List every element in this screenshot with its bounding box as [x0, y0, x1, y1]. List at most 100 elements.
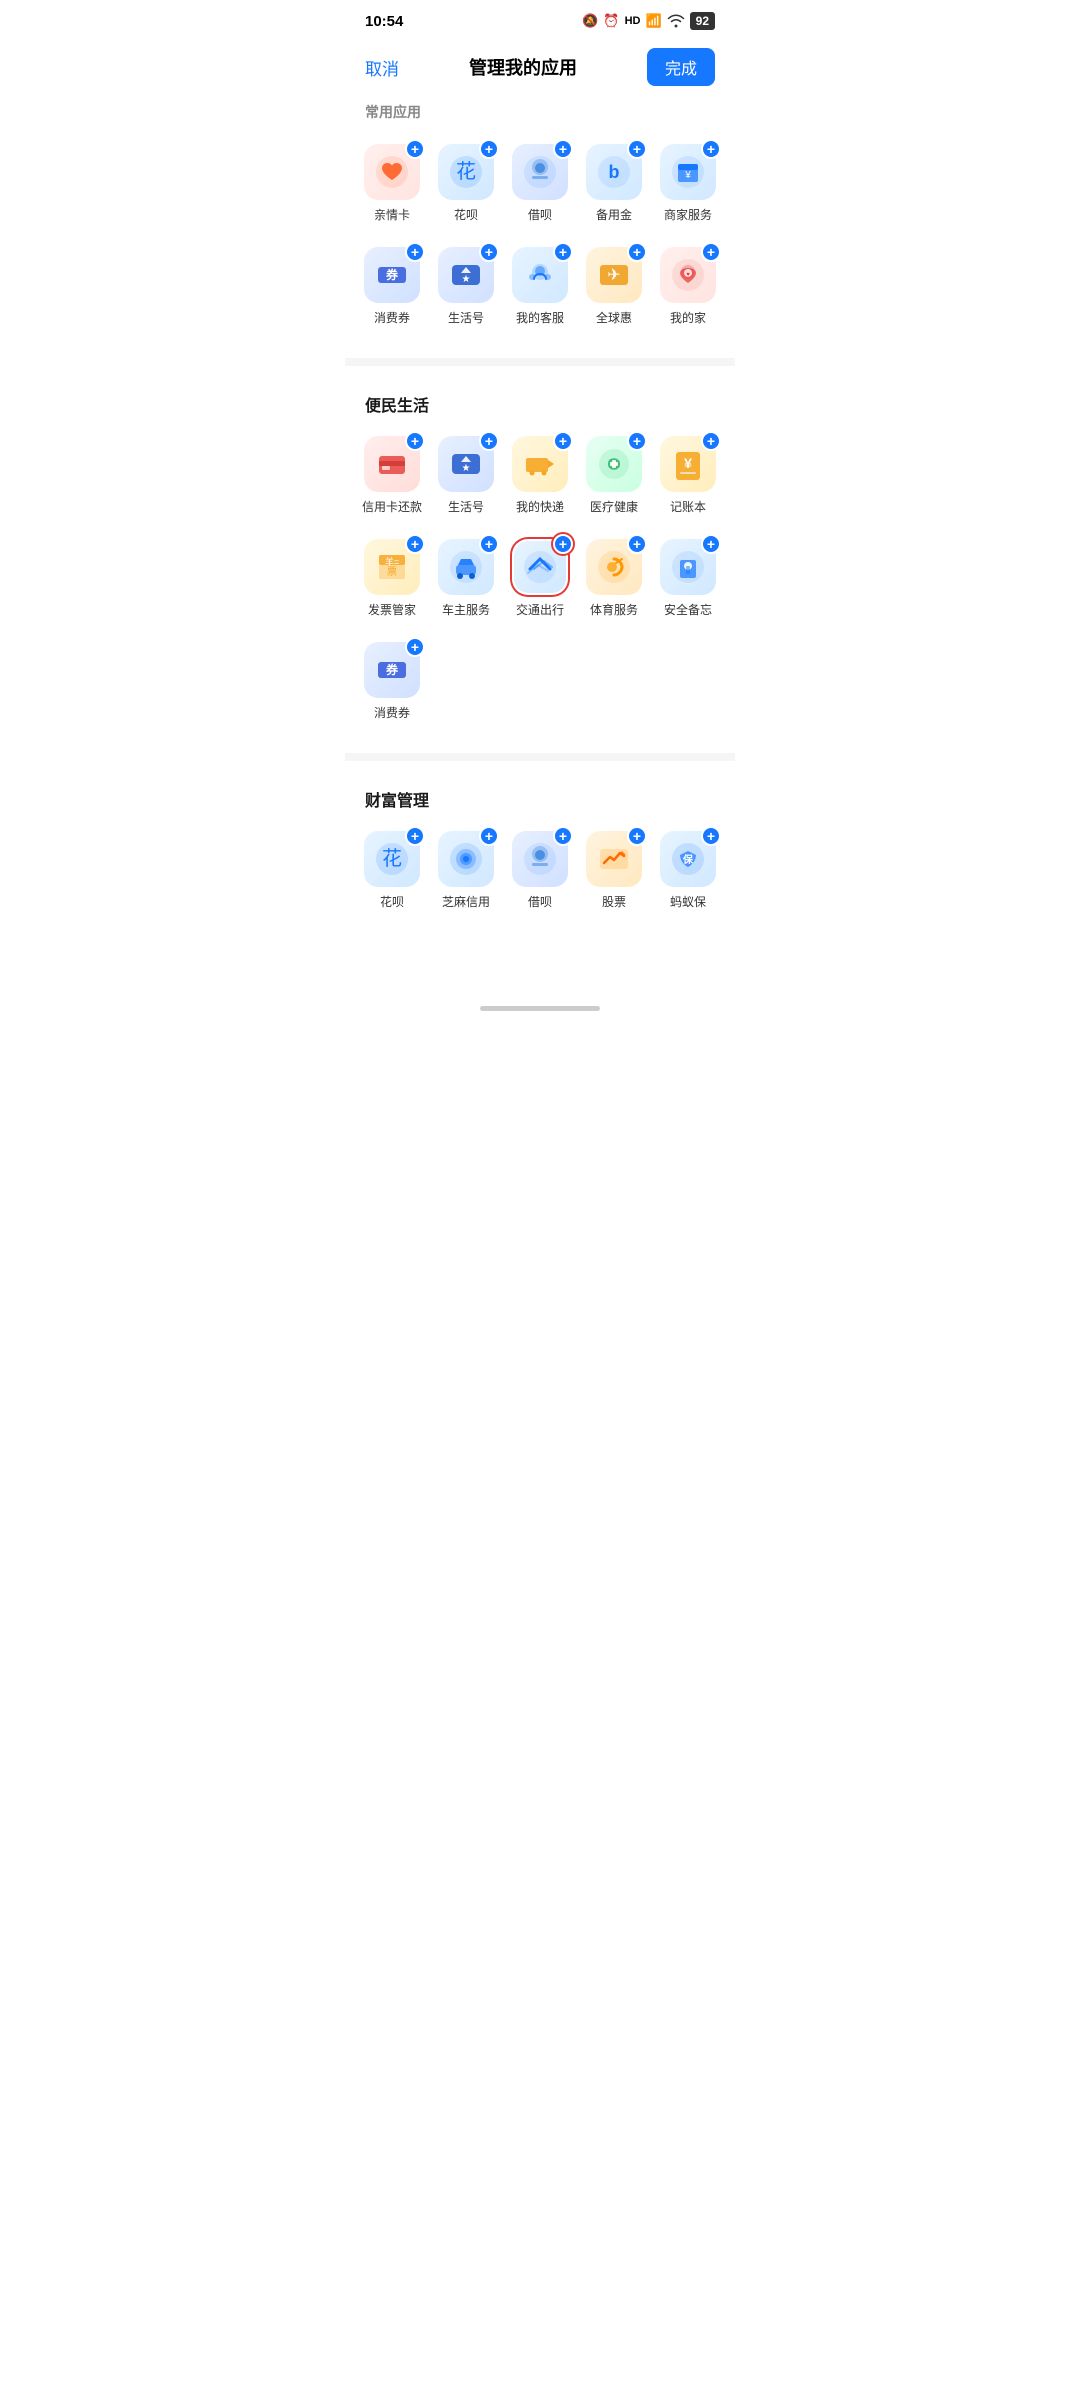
app-anquan[interactable]: + 安全备忘	[651, 529, 725, 632]
app-shenghuohao[interactable]: ★ + 生活号	[429, 426, 503, 529]
status-icons: 🔕 ⏰ HD 📶 92	[582, 12, 715, 30]
hd-icon: HD	[625, 15, 641, 27]
app-chezhu[interactable]: + 车主服务	[429, 529, 503, 632]
app-shangjia[interactable]: ¥ + 商家服务	[651, 134, 725, 237]
plus-badge-tiyu[interactable]: +	[627, 534, 647, 554]
app-label-caifuhuabei: 花呗	[380, 893, 404, 910]
app-label-xiaofei: 消费券	[374, 309, 410, 326]
changyong-grid: + 亲情卡 花 + 花呗	[345, 134, 735, 350]
app-label-jiating: 我的家	[670, 309, 706, 326]
app-label-yiliao: 医疗健康	[590, 498, 638, 515]
plus-badge-mabao[interactable]: +	[701, 826, 721, 846]
svg-text:券: 券	[385, 267, 399, 282]
plus-badge-yiliao[interactable]: +	[627, 431, 647, 451]
nav-bar: 取消 管理我的应用 完成	[345, 38, 735, 98]
app-jizhang[interactable]: ¥ + 记账本	[651, 426, 725, 529]
section-changyong: 常用应用 + 亲情卡 花	[345, 98, 735, 350]
caifu-grid: 花 + 花呗 + 芝麻信用	[345, 821, 735, 934]
app-tiyu[interactable]: + 体育服务	[577, 529, 651, 632]
app-huabei[interactable]: 花 + 花呗	[429, 134, 503, 237]
app-label-xinyong: 信用卡还款	[362, 498, 422, 515]
plus-badge-quanqiu[interactable]: +	[627, 242, 647, 262]
plus-badge-jizhang[interactable]: +	[701, 431, 721, 451]
section-caifu-label: 财富管理	[345, 769, 735, 821]
app-quanqiu[interactable]: ✈ + 全球惠	[577, 237, 651, 340]
app-label-jiaotong: 交通出行	[516, 601, 564, 618]
app-jiating[interactable]: ♥ + 我的家	[651, 237, 725, 340]
plus-badge-jiating[interactable]: +	[701, 242, 721, 262]
plus-badge-shenghuohao[interactable]: +	[479, 431, 499, 451]
page-title: 管理我的应用	[469, 54, 577, 80]
app-label-jiebei: 借呗	[528, 206, 552, 223]
done-button[interactable]: 完成	[647, 48, 715, 86]
svg-text:b: b	[609, 162, 620, 182]
plus-badge-fapiao[interactable]: +	[405, 534, 425, 554]
svg-text:¥: ¥	[684, 170, 691, 181]
app-jiebei[interactable]: + 借呗	[503, 134, 577, 237]
app-label-zhimaxy: 芝麻信用	[442, 893, 490, 910]
app-label-anquan: 安全备忘	[664, 601, 712, 618]
plus-badge-zhimaxy[interactable]: +	[479, 826, 499, 846]
app-kuaidi[interactable]: + 我的快递	[503, 426, 577, 529]
app-beiyongjin[interactable]: b + 备用金	[577, 134, 651, 237]
plus-badge-kefu[interactable]: +	[553, 242, 573, 262]
app-label-huabei: 花呗	[454, 206, 478, 223]
plus-badge-huabei[interactable]: +	[479, 139, 499, 159]
battery-indicator: 92	[690, 12, 715, 30]
section-changyong-label: 常用应用	[345, 98, 735, 134]
app-label-xiaofei2: 消费券	[374, 704, 410, 721]
app-label-shangjia: 商家服务	[664, 206, 712, 223]
plus-badge-shenghuo[interactable]: +	[479, 242, 499, 262]
svg-text:★: ★	[462, 463, 471, 474]
svg-text:¥: ¥	[684, 455, 692, 471]
app-label-quanqiu: 全球惠	[596, 309, 632, 326]
app-label-gupiao: 股票	[602, 893, 626, 910]
app-yiliao[interactable]: + 医疗健康	[577, 426, 651, 529]
bianmin-grid: + 信用卡还款 ★ + 生活号	[345, 426, 735, 745]
app-xiaofei[interactable]: 券 + 消费券	[355, 237, 429, 340]
plus-badge-chezhu[interactable]: +	[479, 534, 499, 554]
plus-badge-shangjia[interactable]: +	[701, 139, 721, 159]
app-jiaotong[interactable]: + 交通出行	[503, 529, 577, 632]
plus-badge-xinyong[interactable]: +	[405, 431, 425, 451]
app-label-caifujiebei: 借呗	[528, 893, 552, 910]
plus-badge-caifuhuabei[interactable]: +	[405, 826, 425, 846]
app-gupiao[interactable]: + 股票	[577, 821, 651, 924]
divider-2	[345, 753, 735, 761]
svg-text:花: 花	[456, 160, 476, 183]
alarm-icon: ⏰	[603, 13, 619, 29]
plus-badge-gupiao[interactable]: +	[627, 826, 647, 846]
cancel-button[interactable]: 取消	[365, 55, 399, 80]
section-bianmin-label: 便民生活	[345, 374, 735, 426]
plus-badge-jiebei[interactable]: +	[553, 139, 573, 159]
app-fapiao[interactable]: 羊= 票 + 发票管家	[355, 529, 429, 632]
app-mabao[interactable]: 保 + 蚂蚁保	[651, 821, 725, 924]
status-time: 10:54	[365, 13, 403, 30]
plus-badge-xiaofei2[interactable]: +	[405, 637, 425, 657]
plus-badge-beiyongjin[interactable]: +	[627, 139, 647, 159]
app-caifuhuabei[interactable]: 花 + 花呗	[355, 821, 429, 924]
svg-text:票: 票	[387, 566, 397, 578]
plus-badge-xiaofei[interactable]: +	[405, 242, 425, 262]
app-zhimaxy[interactable]: + 芝麻信用	[429, 821, 503, 924]
svg-text:★: ★	[462, 274, 471, 285]
divider-1	[345, 358, 735, 366]
section-bianmin: 便民生活 + 信用卡还款	[345, 374, 735, 745]
plus-badge-kuaidi[interactable]: +	[553, 431, 573, 451]
plus-badge-caifujiebei[interactable]: +	[553, 826, 573, 846]
plus-badge-jiaotong[interactable]: +	[553, 534, 573, 554]
app-kefu[interactable]: + 我的客服	[503, 237, 577, 340]
app-qinqingka[interactable]: + 亲情卡	[355, 134, 429, 237]
app-label-shenghuohao: 生活号	[448, 498, 484, 515]
app-label-fapiao: 发票管家	[368, 601, 416, 618]
plus-badge-qinqingka[interactable]: +	[405, 139, 425, 159]
app-xinyong[interactable]: + 信用卡还款	[355, 426, 429, 529]
app-shenghuo[interactable]: ★ + 生活号	[429, 237, 503, 340]
app-label-kuaidi: 我的快递	[516, 498, 564, 515]
app-label-mabao: 蚂蚁保	[670, 893, 706, 910]
plus-badge-anquan[interactable]: +	[701, 534, 721, 554]
app-label-qinqingka: 亲情卡	[374, 206, 410, 223]
svg-text:✈: ✈	[607, 267, 620, 284]
app-caifujiebei[interactable]: + 借呗	[503, 821, 577, 924]
app-xiaofei2[interactable]: 券 + 消费券	[355, 632, 429, 735]
